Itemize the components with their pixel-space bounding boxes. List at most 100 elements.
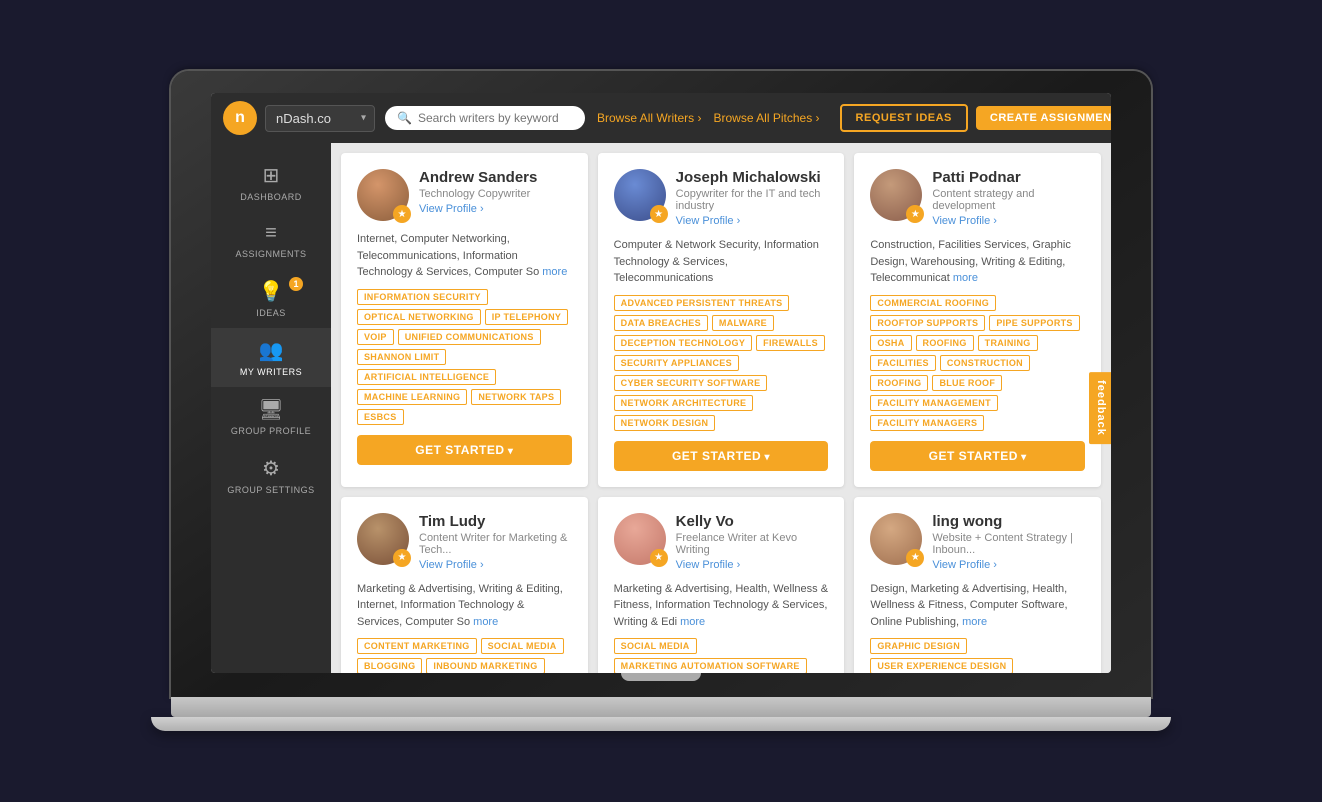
tag[interactable]: CONSTRUCTION [940, 355, 1030, 371]
tag[interactable]: DATA BREACHES [614, 315, 708, 331]
tag[interactable]: SOCIAL MEDIA [614, 638, 697, 654]
star-badge: ★ [906, 205, 924, 223]
tag[interactable]: SECURITY APPLIANCES [614, 355, 739, 371]
laptop-frame: n nDash.co 🔍 Browse All Writers Browse A… [171, 71, 1151, 731]
tag[interactable]: MARKETING AUTOMATION SOFTWARE [614, 658, 807, 673]
more-link[interactable]: more [680, 616, 705, 628]
more-link[interactable]: more [473, 616, 498, 628]
domain-selector[interactable]: nDash.co [265, 105, 375, 132]
card-header: ★ ling wong Website + Content Strategy |… [870, 513, 1085, 571]
more-link[interactable]: more [953, 272, 978, 284]
tag[interactable]: VOIP [357, 329, 394, 345]
view-profile-link[interactable]: View Profile [419, 203, 572, 215]
tag[interactable]: ADVANCED PERSISTENT THREATS [614, 295, 790, 311]
writer-name: Patti Podnar [932, 169, 1085, 186]
sidebar-item-ideas[interactable]: 💡 1 IDEAS [211, 269, 331, 328]
writer-info: Joseph Michalowski Copywriter for the IT… [676, 169, 829, 227]
tag[interactable]: UNIFIED COMMUNICATIONS [398, 329, 541, 345]
tag[interactable]: INBOUND MARKETING [426, 658, 544, 673]
star-badge: ★ [393, 549, 411, 567]
camera-notch [621, 673, 701, 681]
view-profile-link[interactable]: View Profile [676, 559, 829, 571]
tags-container: COMMERCIAL ROOFING ROOFTOP SUPPORTS PIPE… [870, 295, 1085, 431]
get-started-button[interactable]: GET STARTED [614, 441, 829, 471]
tag[interactable]: ROOFING [916, 335, 974, 351]
card-header: ★ Andrew Sanders Technology Copywriter V… [357, 169, 572, 221]
browse-pitches-link[interactable]: Browse All Pitches [713, 111, 819, 125]
card-header: ★ Joseph Michalowski Copywriter for the … [614, 169, 829, 227]
request-ideas-button[interactable]: REQUEST IDEAS [840, 104, 968, 132]
writer-card-tim-ludy: ★ Tim Ludy Content Writer for Marketing … [341, 497, 588, 674]
tag[interactable]: NETWORK DESIGN [614, 415, 716, 431]
view-profile-link[interactable]: View Profile [676, 215, 829, 227]
view-profile-link[interactable]: View Profile [932, 559, 1085, 571]
laptop-base [151, 717, 1171, 731]
writer-title: Copywriter for the IT and tech industry [676, 188, 829, 212]
get-started-button[interactable]: GET STARTED [357, 435, 572, 465]
tag[interactable]: ESBCS [357, 409, 404, 425]
sidebar-label-assignments: ASSIGNMENTS [235, 249, 306, 259]
writer-card-andrew-sanders: ★ Andrew Sanders Technology Copywriter V… [341, 153, 588, 487]
tag[interactable]: CYBER SECURITY SOFTWARE [614, 375, 768, 391]
tag[interactable]: FACILITY MANAGEMENT [870, 395, 998, 411]
writer-title: Technology Copywriter [419, 188, 572, 200]
tag[interactable]: TRAINING [978, 335, 1038, 351]
assignments-icon: ≡ [265, 222, 277, 245]
more-link[interactable]: more [542, 266, 567, 278]
star-badge: ★ [906, 549, 924, 567]
sidebar-label-my-writers: MY WRITERS [240, 367, 302, 377]
tag[interactable]: FACILITIES [870, 355, 936, 371]
writer-expertise: Internet, Computer Networking, Telecommu… [357, 231, 572, 281]
star-badge: ★ [393, 205, 411, 223]
sidebar-item-group-settings[interactable]: ⚙ GROUP SETTINGS [211, 446, 331, 505]
tag[interactable]: BLUE ROOF [932, 375, 1002, 391]
tag[interactable]: GRAPHIC DESIGN [870, 638, 967, 654]
tag[interactable]: MACHINE LEARNING [357, 389, 467, 405]
card-header: ★ Kelly Vo Freelance Writer at Kevo Writ… [614, 513, 829, 571]
view-profile-link[interactable]: View Profile [419, 559, 572, 571]
writer-title: Website + Content Strategy | Inboun... [932, 532, 1085, 556]
tag[interactable]: FIREWALLS [756, 335, 825, 351]
tag[interactable]: DECEPTION TECHNOLOGY [614, 335, 753, 351]
tag[interactable]: OSHA [870, 335, 911, 351]
tag[interactable]: OPTICAL NETWORKING [357, 309, 481, 325]
tag[interactable]: CONTENT MARKETING [357, 638, 477, 654]
tag[interactable]: BLOGGING [357, 658, 422, 673]
tags-container: GRAPHIC DESIGN USER EXPERIENCE DESIGN AR… [870, 638, 1085, 673]
tag[interactable]: ROOFING [870, 375, 928, 391]
search-icon: 🔍 [397, 111, 412, 125]
sidebar-item-group-profile[interactable]: 🖥 GROUP PROFILE [211, 387, 331, 446]
tag[interactable]: PIPE SUPPORTS [989, 315, 1079, 331]
tag[interactable]: NETWORK ARCHITECTURE [614, 395, 754, 411]
tag[interactable]: IP TELEPHONY [485, 309, 568, 325]
tags-container: INFORMATION SECURITY OPTICAL NETWORKING … [357, 289, 572, 425]
tag[interactable]: USER EXPERIENCE DESIGN [870, 658, 1013, 673]
avatar-wrap: ★ [357, 513, 409, 565]
get-started-button[interactable]: GET STARTED [870, 441, 1085, 471]
create-assignment-button[interactable]: CREATE ASSIGNMENT [976, 106, 1111, 130]
writer-expertise: Marketing & Advertising, Health, Wellnes… [614, 581, 829, 631]
app-logo: n [223, 101, 257, 135]
feedback-tab[interactable]: feedback [1089, 372, 1111, 444]
tag[interactable]: MALWARE [712, 315, 774, 331]
group-settings-icon: ⚙ [262, 456, 280, 481]
star-badge: ★ [650, 549, 668, 567]
avatar-wrap: ★ [357, 169, 409, 221]
more-link[interactable]: more [962, 616, 987, 628]
browse-writers-link[interactable]: Browse All Writers [597, 111, 701, 125]
tag[interactable]: ARTIFICIAL INTELLIGENCE [357, 369, 496, 385]
tag[interactable]: ROOFTOP SUPPORTS [870, 315, 985, 331]
writer-card-kelly-vo: ★ Kelly Vo Freelance Writer at Kevo Writ… [598, 497, 845, 674]
tag[interactable]: COMMERCIAL ROOFING [870, 295, 996, 311]
writers-grid: ★ Andrew Sanders Technology Copywriter V… [341, 153, 1101, 673]
view-profile-link[interactable]: View Profile [932, 215, 1085, 227]
sidebar-item-assignments[interactable]: ≡ ASSIGNMENTS [211, 212, 331, 269]
tag[interactable]: SOCIAL MEDIA [481, 638, 564, 654]
tag[interactable]: FACILITY MANAGERS [870, 415, 984, 431]
tag[interactable]: INFORMATION SECURITY [357, 289, 488, 305]
sidebar-item-my-writers[interactable]: 👥 MY WRITERS [211, 328, 331, 387]
tag[interactable]: SHANNON LIMIT [357, 349, 446, 365]
search-input[interactable] [418, 111, 568, 125]
tag[interactable]: NETWORK TAPS [471, 389, 561, 405]
sidebar-item-dashboard[interactable]: ⊞ DASHBOARD [211, 153, 331, 212]
